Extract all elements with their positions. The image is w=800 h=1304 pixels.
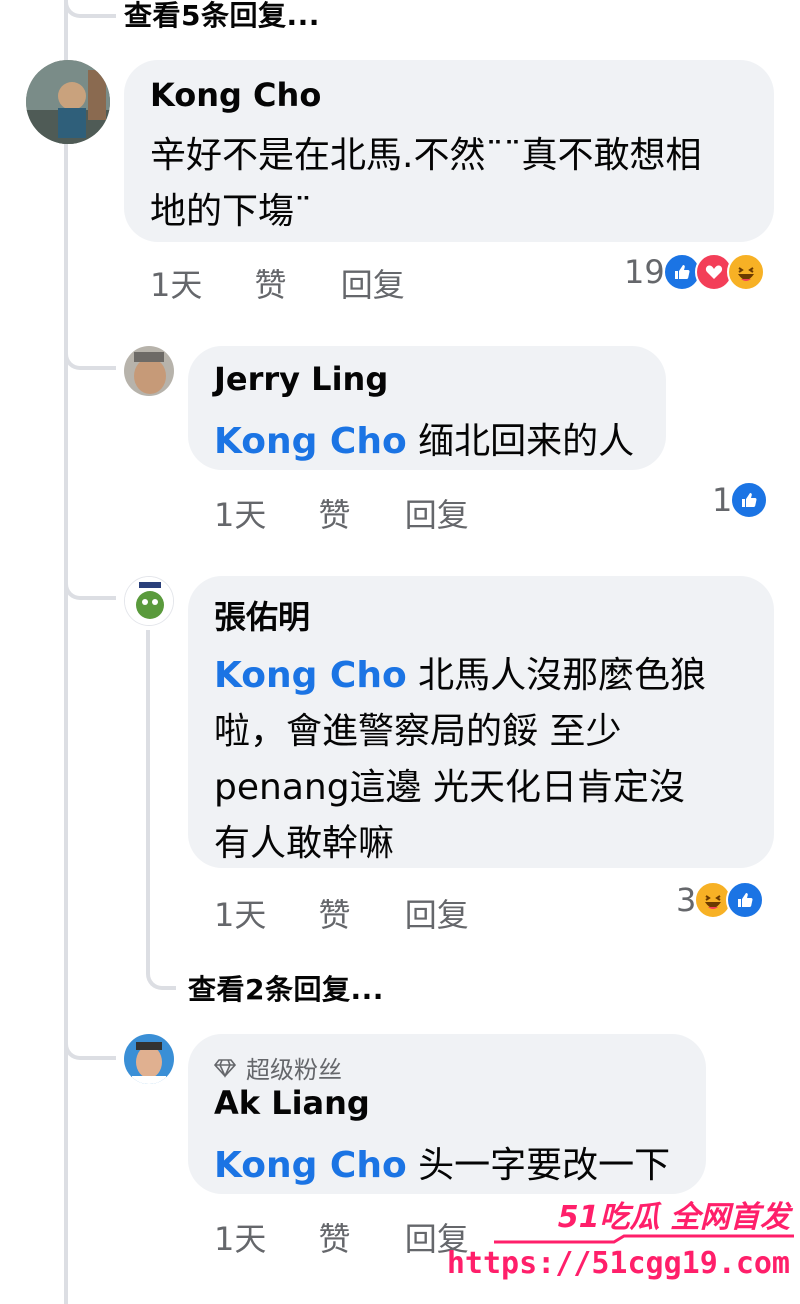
- watermark-brand: 51吃瓜 全网首发: [557, 1200, 790, 1235]
- avatar-photo-icon: [124, 346, 174, 396]
- comment-text: Kong Cho 头一字要改一下: [214, 1136, 670, 1188]
- avatar[interactable]: [124, 576, 174, 626]
- thread-connector-nested-more: [146, 940, 176, 990]
- comment-actions: 1天 赞 回复: [150, 260, 405, 306]
- mention-link[interactable]: Kong Cho: [214, 655, 407, 696]
- comment-text-line: 地的下塲¨: [150, 191, 313, 232]
- top-fan-badge: 超级粉丝: [214, 1050, 342, 1085]
- watermark: 51吃瓜 全网首发 https://51cgg19.com: [447, 1192, 794, 1292]
- thread-connector-top: [64, 0, 116, 18]
- comment-author[interactable]: Ak Liang: [214, 1084, 370, 1122]
- reaction-count: 19: [624, 253, 665, 291]
- like-button[interactable]: 赞: [319, 1214, 351, 1260]
- timestamp: 1天: [214, 496, 267, 534]
- reaction-summary[interactable]: 1: [712, 480, 769, 520]
- avatar-logo-icon: [125, 577, 173, 625]
- comment-text: Kong Cho 缅北回来的人: [214, 412, 634, 464]
- reaction-summary[interactable]: 19: [624, 252, 765, 292]
- comment-actions: 1天 赞 回复: [214, 490, 469, 536]
- avatar[interactable]: [124, 346, 174, 396]
- comment-author[interactable]: 張佑明: [214, 592, 310, 638]
- avatar-photo-icon: [124, 1034, 174, 1084]
- comment-text-line: penang這邊 光天化日肯定沒: [214, 767, 685, 808]
- like-button[interactable]: 赞: [255, 260, 287, 306]
- reply-button[interactable]: 回复: [405, 890, 469, 936]
- watermark-url: https://51cgg19.com: [446, 1246, 790, 1281]
- timestamp: 1天: [214, 1220, 267, 1258]
- like-button[interactable]: 赞: [319, 490, 351, 536]
- timestamp: 1天: [150, 266, 203, 304]
- like-button[interactable]: 赞: [319, 890, 351, 936]
- thread-rail-nested: [146, 630, 150, 950]
- reply-button[interactable]: 回复: [405, 490, 469, 536]
- avatar[interactable]: [124, 1034, 174, 1084]
- reply-button[interactable]: 回复: [341, 260, 405, 306]
- thread-connector-ak: [64, 1020, 116, 1060]
- comment-text-line: 辛好不是在北馬.不然¨¨真不敢想相: [150, 135, 702, 176]
- reaction-summary[interactable]: 3: [676, 880, 765, 920]
- timestamp: 1天: [214, 896, 267, 934]
- comment-actions: 1天 赞 回复: [214, 890, 469, 936]
- comment-author[interactable]: Kong Cho: [150, 76, 321, 114]
- reaction-count: 3: [676, 881, 697, 919]
- like-icon: [730, 481, 769, 519]
- reaction-count: 1: [712, 481, 733, 519]
- comment-text-line: 啦，會進警察局的餒 至少: [214, 711, 622, 752]
- view-more-replies[interactable]: 查看2条回复...: [188, 968, 384, 1008]
- like-icon: [726, 881, 765, 919]
- diamond-icon: [214, 1058, 236, 1078]
- comment-text-body: 北馬人沒那麼色狼: [418, 655, 707, 696]
- mention-link[interactable]: Kong Cho: [214, 1145, 407, 1186]
- comment-author[interactable]: Jerry Ling: [214, 360, 388, 398]
- thread-connector-jerry: [64, 330, 116, 370]
- thread-rail-main: [64, 0, 68, 1304]
- comment-text-line: 有人敢幹嘛: [214, 823, 395, 864]
- avatar[interactable]: [26, 60, 110, 144]
- avatar-photo-icon: [26, 60, 110, 144]
- mention-link[interactable]: Kong Cho: [214, 421, 407, 462]
- haha-icon: [726, 253, 765, 291]
- thread-connector-zhang: [64, 560, 116, 600]
- badge-label: 超级粉丝: [246, 1056, 342, 1084]
- comment-text-line: Kong Cho 北馬人沒那麼色狼: [214, 646, 706, 698]
- comment-actions: 1天 赞 回复: [214, 1214, 469, 1260]
- comment-text-body: 缅北回来的人: [418, 421, 635, 462]
- comment-text-body: 头一字要改一下: [418, 1145, 671, 1186]
- view-more-replies-top[interactable]: 查看5条回复...: [124, 0, 320, 34]
